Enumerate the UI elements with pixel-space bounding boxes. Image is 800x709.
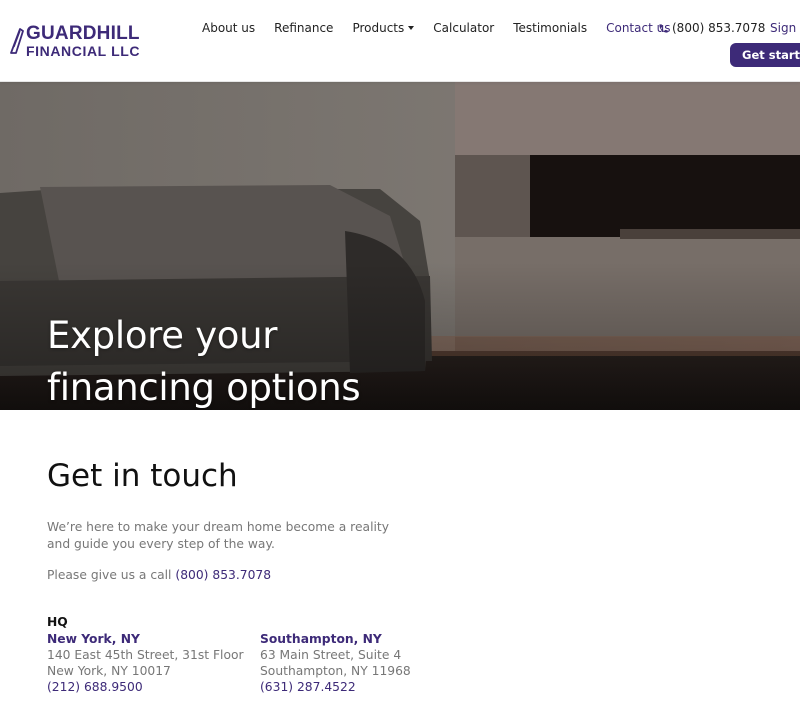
call-prefix: Please give us a call <box>47 568 176 582</box>
office-new-york: New York, NY 140 East 45th Street, 31st … <box>47 631 244 695</box>
header-phone-link[interactable]: (800) 853.7078 <box>658 21 765 35</box>
office-city: Southampton, NY <box>260 632 382 646</box>
main-nav: About us Refinance Products Calculator T… <box>202 21 689 35</box>
nav-item-calculator[interactable]: Calculator <box>433 21 494 35</box>
call-phone-link[interactable]: (800) 853.7078 <box>175 568 271 582</box>
hq-label: HQ <box>47 615 68 629</box>
phone-icon <box>659 23 668 33</box>
section-title: Get in touch <box>47 458 238 494</box>
logo-icon <box>10 28 24 54</box>
office-city: New York, NY <box>47 632 140 646</box>
contact-intro: We’re here to make your dream home becom… <box>47 520 389 551</box>
office-address-line1: 140 East 45th Street, 31st Floor <box>47 648 244 662</box>
nav-item-products-label: Products <box>352 21 405 35</box>
logo-name-line2: FINANCIAL LLC <box>26 43 141 59</box>
header-phone-number: (800) 853.7078 <box>672 21 766 35</box>
nav-item-refinance[interactable]: Refinance <box>274 21 333 35</box>
sign-in-link[interactable]: Sign in <box>770 21 800 35</box>
office-address-line2: New York, NY 10017 <box>47 664 171 678</box>
site-header: GUARDHILL FINANCIAL LLC About us Refinan… <box>0 0 800 82</box>
hero-title-line2: financing options <box>47 366 361 409</box>
hero-title-line1: Explore your <box>47 314 278 357</box>
office-phone-link[interactable]: (212) 688.9500 <box>47 680 143 694</box>
hero-banner: Explore your financing options <box>0 81 800 410</box>
call-text: Please give us a call (800) 853.7078 <box>47 568 271 582</box>
hero-title: Explore your financing options <box>47 310 361 410</box>
office-address-line2: Southampton, NY 11968 <box>260 664 411 678</box>
nav-item-products[interactable]: Products <box>352 21 415 35</box>
nav-item-about-us[interactable]: About us <box>202 21 255 35</box>
get-started-button[interactable]: Get started <box>730 43 800 67</box>
logo-name-line1: GUARDHILL <box>26 23 140 44</box>
office-southampton: Southampton, NY 63 Main Street, Suite 4 … <box>260 631 411 695</box>
logo[interactable]: GUARDHILL FINANCIAL LLC <box>8 24 140 58</box>
office-phone-link[interactable]: (631) 287.4522 <box>260 680 356 694</box>
nav-item-testimonials[interactable]: Testimonials <box>513 21 587 35</box>
office-address-line1: 63 Main Street, Suite 4 <box>260 648 402 662</box>
chevron-down-icon <box>408 26 415 30</box>
